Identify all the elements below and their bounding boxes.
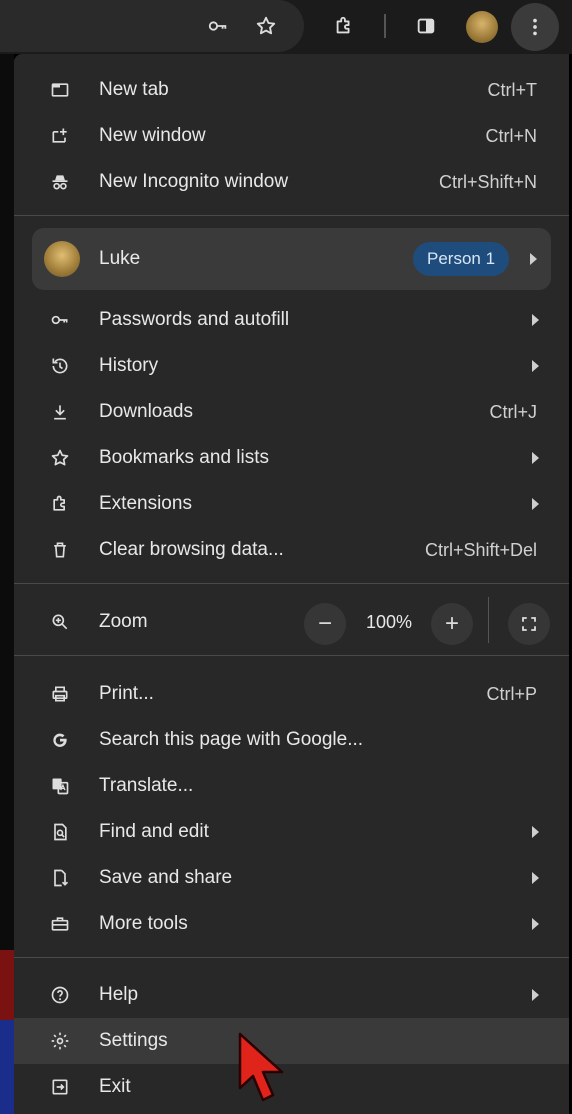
menu-item-new-incognito[interactable]: New Incognito window Ctrl+Shift+N (14, 159, 569, 205)
zoom-separator (488, 597, 489, 643)
menu-item-label: Print... (99, 683, 154, 704)
chevron-right-icon (532, 826, 539, 838)
menu-divider (14, 583, 569, 584)
menu-divider (14, 215, 569, 216)
new-window-icon (48, 124, 72, 148)
extensions-icon (48, 492, 72, 516)
zoom-row: Zoom (14, 599, 569, 645)
menu-item-label: Settings (99, 1030, 168, 1051)
menu-item-bookmarks[interactable]: Bookmarks and lists (14, 435, 569, 481)
exit-icon (48, 1075, 72, 1099)
browser-toolbar (0, 0, 572, 54)
star-icon (48, 446, 72, 470)
chevron-right-icon (532, 989, 539, 1001)
menu-item-new-window[interactable]: New window Ctrl+N (14, 113, 569, 159)
menu-divider (14, 655, 569, 656)
menu-item-passwords[interactable]: Passwords and autofill (14, 297, 569, 343)
menu-item-label: New Incognito window (99, 171, 289, 192)
menu-item-label: History (99, 355, 159, 376)
find-icon (48, 820, 72, 844)
chevron-right-icon (532, 360, 539, 372)
menu-item-find-edit[interactable]: Find and edit (14, 809, 569, 855)
history-icon (48, 354, 72, 378)
mouse-cursor-icon (238, 1032, 284, 1102)
menu-item-clear-data[interactable]: Clear browsing data... Ctrl+Shift+Del (14, 527, 569, 573)
chrome-main-menu: New tab Ctrl+T New window Ctrl+N New Inc… (14, 54, 569, 1114)
profile-avatar[interactable] (466, 11, 498, 43)
new-tab-icon (48, 78, 72, 102)
trash-icon (48, 538, 72, 562)
menu-item-label: Clear browsing data... (99, 539, 284, 560)
menu-item-label: More tools (99, 913, 188, 934)
print-icon (48, 682, 72, 706)
translate-icon (48, 774, 72, 798)
zoom-label: Zoom (99, 611, 148, 632)
star-icon[interactable] (248, 8, 284, 44)
menu-divider (14, 957, 569, 958)
extensions-icon[interactable] (326, 8, 362, 44)
google-icon (48, 728, 72, 752)
menu-item-save-share[interactable]: Save and share (14, 855, 569, 901)
incognito-icon (48, 170, 72, 194)
menu-item-print[interactable]: Print... Ctrl+P (14, 671, 569, 717)
menu-item-label: Help (99, 984, 139, 1005)
chevron-right-icon (532, 872, 539, 884)
menu-item-search-google[interactable]: Search this page with Google... (14, 717, 569, 763)
page-background-blue (0, 1020, 14, 1114)
menu-item-shortcut: Ctrl+Shift+N (438, 171, 537, 192)
help-icon (48, 983, 72, 1007)
menu-item-label: New tab (99, 79, 169, 100)
fullscreen-icon (522, 617, 536, 631)
menu-item-label: Passwords and autofill (99, 309, 290, 330)
menu-item-history[interactable]: History (14, 343, 569, 389)
more-menu-icon[interactable] (511, 3, 559, 51)
menu-item-shortcut: Ctrl+Shift+Del (424, 539, 537, 560)
profile-badge: Person 1 (413, 242, 510, 276)
zoom-level: 100% (366, 612, 413, 632)
menu-item-label: Exit (99, 1076, 131, 1097)
chevron-right-icon (532, 452, 539, 464)
menu-item-label: Downloads (99, 401, 193, 422)
menu-item-label: Save and share (99, 867, 233, 888)
download-icon (48, 400, 72, 424)
toolbar-separator (384, 14, 386, 38)
menu-item-shortcut: Ctrl+J (489, 401, 537, 422)
toolbox-icon (48, 912, 72, 936)
menu-item-new-tab[interactable]: New tab Ctrl+T (14, 67, 569, 113)
menu-item-shortcut: Ctrl+P (486, 683, 537, 704)
avatar (44, 241, 80, 277)
gear-icon (48, 1029, 72, 1053)
chevron-right-icon (530, 253, 537, 265)
zoom-icon (48, 610, 72, 634)
menu-item-extensions[interactable]: Extensions (14, 481, 569, 527)
profile-row[interactable]: Luke Person 1 (32, 228, 551, 290)
menu-item-shortcut: Ctrl+T (487, 79, 538, 100)
key-icon[interactable] (200, 8, 236, 44)
menu-item-shortcut: Ctrl+N (485, 125, 537, 146)
menu-item-label: Translate... (99, 775, 194, 796)
menu-item-translate[interactable]: Translate... (14, 763, 569, 809)
side-panel-icon[interactable] (408, 8, 444, 44)
menu-item-label: Find and edit (99, 821, 209, 842)
menu-item-label: Extensions (99, 493, 192, 514)
menu-item-label: Search this page with Google... (99, 729, 364, 750)
menu-item-downloads[interactable]: Downloads Ctrl+J (14, 389, 569, 435)
save-share-icon (48, 866, 72, 890)
zoom-out-button[interactable]: − (304, 603, 346, 645)
chevron-right-icon (532, 498, 539, 510)
profile-name: Luke (99, 248, 141, 269)
chevron-right-icon (532, 918, 539, 930)
key-icon (48, 308, 72, 332)
page-background-red (0, 950, 14, 1020)
menu-item-more-tools[interactable]: More tools (14, 901, 569, 947)
menu-item-help[interactable]: Help (14, 972, 569, 1018)
menu-item-label: New window (99, 125, 206, 146)
chevron-right-icon (532, 314, 539, 326)
zoom-in-button[interactable]: + (431, 603, 473, 645)
fullscreen-button[interactable] (508, 603, 550, 645)
menu-item-label: Bookmarks and lists (99, 447, 270, 468)
